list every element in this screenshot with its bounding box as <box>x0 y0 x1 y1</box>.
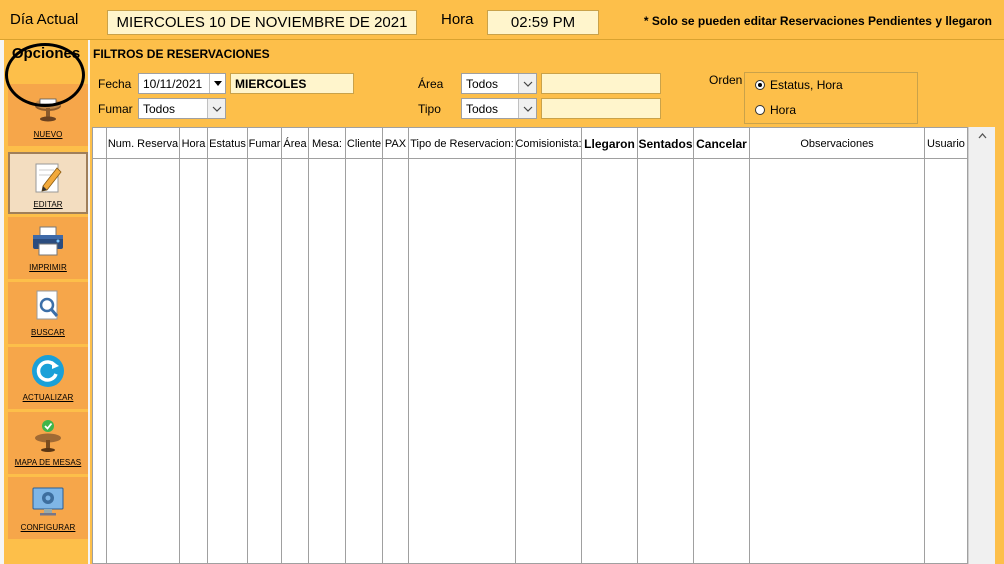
refresh-icon <box>32 355 64 387</box>
orden-option-label: Hora <box>770 103 797 117</box>
grid-divider <box>345 159 346 563</box>
chevron-down-icon[interactable] <box>518 74 536 93</box>
grid-vertical-scrollbar[interactable] <box>968 127 995 564</box>
chevron-down-icon[interactable] <box>207 99 225 118</box>
col-sentados[interactable]: Sentados <box>638 128 694 159</box>
right-edge-strip <box>995 40 1004 564</box>
grid-divider <box>924 159 925 563</box>
grid-divider <box>106 159 107 563</box>
col-usuario[interactable]: Usuario ( <box>925 128 967 159</box>
actualizar-label: ACTUALIZAR <box>22 393 74 402</box>
col-pax[interactable]: PAX <box>383 128 409 159</box>
radio-selected-icon[interactable] <box>755 80 765 90</box>
tipo-select[interactable]: Todos <box>461 98 537 119</box>
grid-divider <box>693 159 694 563</box>
fecha-label: Fecha <box>98 77 132 91</box>
grid-divider <box>382 159 383 563</box>
tipo-description-box <box>541 98 661 119</box>
scroll-up-arrow-icon[interactable] <box>969 127 995 145</box>
fecha-value: 10/11/2021 <box>143 76 203 91</box>
col-fumar[interactable]: Fumar <box>248 128 282 159</box>
orden-option-label: Estatus, Hora <box>770 78 843 92</box>
col-num-reserva[interactable]: Num. Reserva <box>107 128 180 159</box>
reservations-grid[interactable]: Num. Reserva Hora Estatus Fumar Área Mes… <box>92 127 968 564</box>
dia-actual-label: Día Actual <box>10 11 79 28</box>
mapa-de-mesas-button[interactable]: MAPA DE MESAS <box>8 412 88 474</box>
mapa-de-mesas-label: MAPA DE MESAS <box>14 458 82 467</box>
day-name-box: MIERCOLES <box>230 73 354 94</box>
tipo-label: Tipo <box>418 102 441 116</box>
imprimir-button[interactable]: IMPRIMIR <box>8 217 88 279</box>
configurar-label: CONFIGURAR <box>20 523 76 532</box>
grid-divider <box>515 159 516 563</box>
options-sidebar: Opciones NUEVO EDITAR IMPRIMIR BUSCAR AC… <box>4 40 88 564</box>
fumar-value: Todos <box>143 101 176 116</box>
col-cancelar[interactable]: Cancelar <box>694 128 750 159</box>
col-area[interactable]: Área <box>282 128 309 159</box>
editar-label: EDITAR <box>33 200 63 209</box>
fumar-select[interactable]: Todos <box>138 98 226 119</box>
imprimir-label: IMPRIMIR <box>29 263 67 272</box>
grid-header: Num. Reserva Hora Estatus Fumar Área Mes… <box>93 128 967 159</box>
hora-label: Hora <box>441 11 474 28</box>
new-reservation-icon <box>35 98 61 122</box>
orden-label: Orden <box>709 73 743 87</box>
col-cliente[interactable]: Cliente <box>346 128 383 159</box>
actualizar-button[interactable]: ACTUALIZAR <box>8 347 88 409</box>
col-hora[interactable]: Hora <box>180 128 208 159</box>
area-description-box <box>541 73 661 94</box>
filters-title: FILTROS DE RESERVACIONES <box>93 47 270 61</box>
row-selector-header <box>93 128 107 159</box>
radio-unselected-icon[interactable] <box>755 105 765 115</box>
search-document-icon <box>36 290 59 320</box>
area-value: Todos <box>466 76 499 91</box>
grid-divider <box>637 159 638 563</box>
edit-pencil-icon <box>35 163 62 193</box>
grid-divider <box>207 159 208 563</box>
current-time-box: 02:59 PM <box>487 10 599 35</box>
orden-option-estatus-hora[interactable]: Estatus, Hora <box>755 78 843 92</box>
printer-icon <box>33 226 63 256</box>
nuevo-label: NUEVO <box>33 130 63 139</box>
col-estatus[interactable]: Estatus <box>208 128 248 159</box>
grid-divider <box>408 159 409 563</box>
chevron-down-icon[interactable] <box>518 99 536 118</box>
col-comisionista[interactable]: Comisionista: <box>516 128 582 159</box>
orden-group: Estatus, Hora Hora <box>744 72 918 124</box>
area-select[interactable]: Todos <box>461 73 537 94</box>
col-tipo-reservacion[interactable]: Tipo de Reservacion: <box>409 128 516 159</box>
grid-divider <box>247 159 248 563</box>
edit-note: * Solo se pueden editar Reservaciones Pe… <box>643 14 992 28</box>
col-llegaron[interactable]: Llegaron <box>582 128 638 159</box>
grid-divider <box>308 159 309 563</box>
nuevo-button[interactable]: NUEVO <box>8 84 88 146</box>
orden-option-hora[interactable]: Hora <box>755 103 796 117</box>
sidebar-title: Opciones <box>11 45 81 62</box>
fecha-picker[interactable]: 10/11/2021 <box>138 73 226 94</box>
grid-divider <box>281 159 282 563</box>
grid-divider <box>179 159 180 563</box>
fumar-label: Fumar <box>98 102 133 116</box>
current-date-box: MIERCOLES 10 DE NOVIEMBRE DE 2021 <box>107 10 417 35</box>
col-mesa[interactable]: Mesa: <box>309 128 346 159</box>
editar-button[interactable]: EDITAR <box>8 152 88 214</box>
grid-divider <box>581 159 582 563</box>
grid-divider <box>749 159 750 563</box>
settings-monitor-icon <box>32 487 64 516</box>
top-bar: Día Actual MIERCOLES 10 DE NOVIEMBRE DE … <box>0 0 1004 40</box>
buscar-button[interactable]: BUSCAR <box>8 282 88 344</box>
configurar-button[interactable]: CONFIGURAR <box>8 477 88 539</box>
buscar-label: BUSCAR <box>31 328 65 337</box>
chevron-down-icon[interactable] <box>209 74 225 93</box>
area-label: Área <box>418 77 444 91</box>
tipo-value: Todos <box>466 101 499 116</box>
col-observaciones[interactable]: Observaciones <box>750 128 925 159</box>
table-map-icon <box>35 420 61 452</box>
